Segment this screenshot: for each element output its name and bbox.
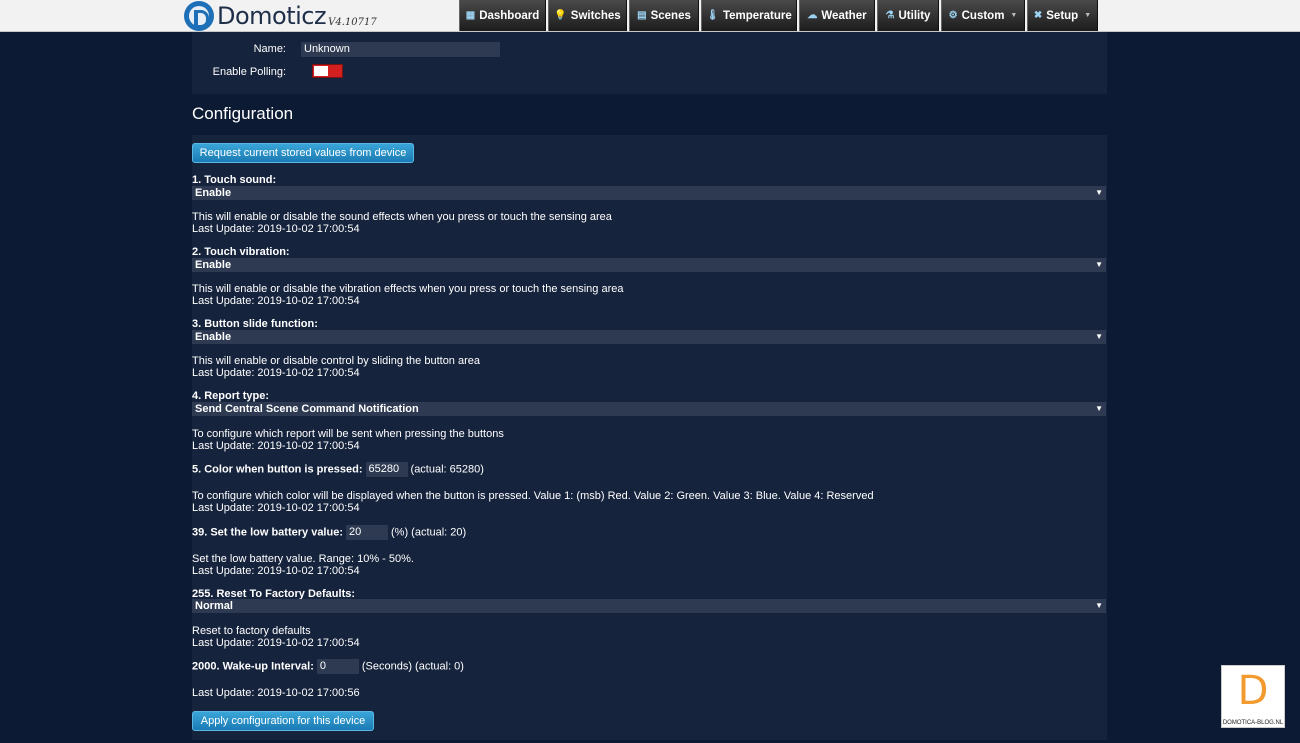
nav-switches[interactable]: 💡 Switches: [548, 0, 627, 31]
watermark-text: DOMOTICA-BLOG.NL: [1222, 720, 1284, 726]
dropdown-arrow-icon: ▼: [1095, 332, 1103, 341]
param-description: To configure which color will be display…: [192, 490, 874, 502]
nav-utility[interactable]: ⚗ Utility: [877, 0, 939, 31]
param-actual: (Seconds) (actual: 0): [361, 660, 464, 673]
param-select[interactable]: Normal ▼: [192, 599, 1106, 613]
bulb-icon: 💡: [554, 10, 567, 21]
param-actual: (actual: 65280): [410, 463, 484, 476]
nav-setup[interactable]: ✖ Setup ▼: [1027, 0, 1098, 31]
param-description: To configure which report will be sent w…: [192, 428, 504, 440]
param-description: Reset to factory defaults: [192, 625, 311, 637]
param-actual: (%) (actual: 20): [391, 526, 467, 539]
param-title: 2000. Wake-up Interval:: [192, 660, 314, 673]
weather-icon: ☁: [807, 10, 818, 21]
select-value: Enable: [195, 331, 232, 343]
chevron-down-icon: ▼: [1084, 12, 1092, 19]
param-select[interactable]: Send Central Scene Command Notification ▼: [192, 402, 1106, 416]
polling-toggle[interactable]: [312, 64, 343, 78]
param-description: Set the low battery value. Range: 10% - …: [192, 553, 414, 565]
dropdown-arrow-icon: ▼: [1095, 188, 1103, 197]
nav-custom[interactable]: ⚙ Custom ▼: [941, 0, 1025, 31]
app-version: V4.10717: [328, 16, 377, 28]
param-last-update: Last Update: 2019-10-02 17:00:54: [192, 295, 360, 307]
param-last-update: Last Update: 2019-10-02 17:00:54: [192, 502, 360, 514]
param-select[interactable]: Enable ▼: [192, 330, 1106, 344]
param-title: 4. Report type:: [192, 390, 270, 402]
app-name: Domoticz: [217, 2, 327, 30]
param-row: 2000. Wake-up Interval: 0 (Seconds) (actua…: [192, 659, 464, 674]
param-last-update: Last Update: 2019-10-02 17:00:54: [192, 367, 360, 379]
dashboard-icon: ▦: [465, 10, 476, 21]
dropdown-arrow-icon: ▼: [1095, 601, 1103, 610]
scenes-icon: ▤: [637, 10, 647, 21]
param-last-update: Last Update: 2019-10-02 17:00:54: [192, 637, 360, 649]
nav-label: Temperature: [722, 9, 792, 22]
watermark-letter: D: [1237, 668, 1269, 714]
nav-label: Dashboard: [479, 9, 540, 22]
nav-label: Weather: [821, 9, 867, 22]
param-row: 5. Color when button is pressed: 65280 (ac…: [192, 462, 484, 477]
param-last-update: Last Update: 2019-10-02 17:00:54: [192, 565, 360, 577]
param-row: 39. Set the low battery value: 20 (%) (act…: [192, 525, 466, 540]
param-description: This will enable or disable control by s…: [192, 355, 480, 367]
param-title: 2. Touch vibration:: [192, 246, 290, 258]
request-values-button[interactable]: Request current stored values from devic…: [192, 143, 414, 163]
param-select[interactable]: Enable ▼: [192, 258, 1106, 272]
gear-icon: ⚙: [948, 10, 958, 21]
param-last-update: Last Update: 2019-10-02 17:00:56: [192, 687, 360, 699]
name-input[interactable]: Unknown: [301, 42, 500, 57]
nav-label: Setup: [1046, 9, 1079, 22]
param-last-update: Last Update: 2019-10-02 17:00:54: [192, 440, 360, 452]
app-logo[interactable]: Domoticz V4.10717: [184, 1, 377, 31]
param-description: This will enable or disable the sound ef…: [192, 211, 612, 223]
nav-label: Scenes: [650, 9, 691, 22]
param-last-update: Last Update: 2019-10-02 17:00:54: [192, 223, 360, 235]
param-select[interactable]: Enable ▼: [192, 186, 1106, 200]
select-value: Send Central Scene Command Notification: [195, 403, 419, 415]
param-input[interactable]: 65280: [365, 462, 408, 477]
param-description: This will enable or disable the vibratio…: [192, 283, 624, 295]
nav-label: Switches: [570, 9, 621, 22]
top-bar: Domoticz V4.10717 ▦ Dashboard 💡 Switches…: [0, 0, 1300, 32]
nav-label: Utility: [898, 9, 931, 22]
name-label: Name:: [253, 43, 286, 55]
nav-weather[interactable]: ☁ Weather: [799, 0, 875, 31]
domoticz-logo-icon: [184, 1, 214, 31]
thermometer-icon: 🌡: [706, 10, 719, 21]
select-value: Enable: [195, 259, 232, 271]
nav-dashboard[interactable]: ▦ Dashboard: [459, 0, 546, 31]
apply-config-button[interactable]: Apply configuration for this device: [192, 711, 374, 731]
polling-label: Enable Polling:: [212, 66, 286, 78]
select-value: Normal: [195, 600, 233, 612]
param-input[interactable]: 20: [346, 525, 388, 540]
tools-icon: ✖: [1033, 10, 1043, 21]
param-title: 1. Touch sound:: [192, 174, 277, 186]
select-value: Enable: [195, 187, 232, 199]
section-title: Configuration: [192, 104, 294, 123]
param-title: 39. Set the low battery value:: [192, 526, 343, 539]
chevron-down-icon: ▼: [1010, 12, 1018, 19]
param-input[interactable]: 0: [316, 659, 359, 674]
param-title: 3. Button slide function:: [192, 318, 318, 330]
nav-label: Custom: [961, 9, 1005, 22]
param-title: 5. Color when button is pressed:: [192, 463, 363, 476]
utility-icon: ⚗: [885, 10, 895, 21]
dropdown-arrow-icon: ▼: [1095, 260, 1103, 269]
toggle-knob: [314, 66, 328, 76]
dropdown-arrow-icon: ▼: [1095, 404, 1103, 413]
nav-scenes[interactable]: ▤ Scenes: [629, 0, 699, 31]
nav-temperature[interactable]: 🌡 Temperature: [701, 0, 797, 31]
domotica-blog-watermark: D DOMOTICA-BLOG.NL: [1221, 665, 1285, 728]
